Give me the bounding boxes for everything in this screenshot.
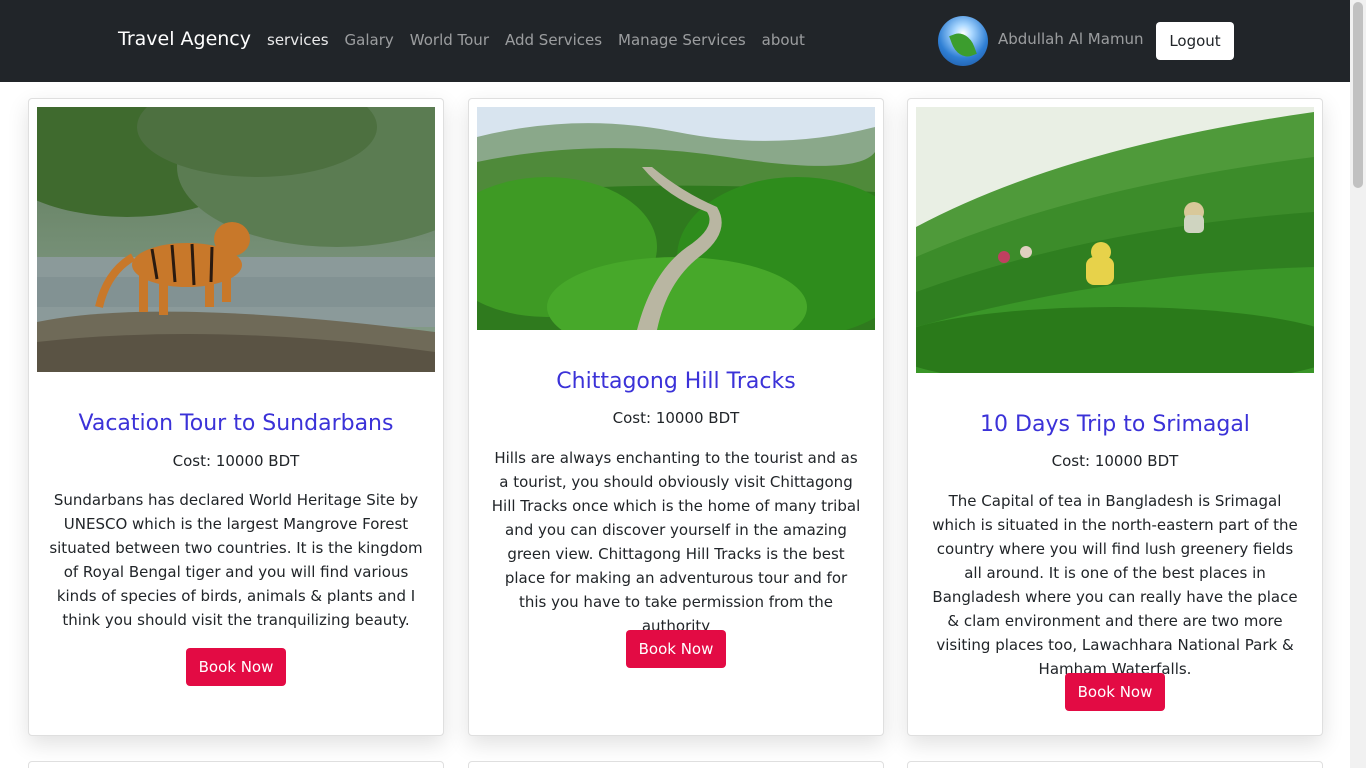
service-card-sundarbans: Vacation Tour to Sundarbans Cost: 10000 … <box>28 98 444 736</box>
card-cost: Cost: 10000 BDT <box>612 409 740 427</box>
nav-link-galary[interactable]: Galary <box>345 31 394 49</box>
book-now-button[interactable]: Book Now <box>186 648 286 686</box>
chittagong-hills-image <box>477 107 875 330</box>
book-now-button[interactable]: Book Now <box>1065 673 1165 711</box>
service-card-chittagong: Chittagong Hill Tracks Cost: 10000 BDT H… <box>468 98 884 736</box>
card-description: Sundarbans has declared World Heritage S… <box>49 491 423 629</box>
nav-link-services[interactable]: services <box>267 31 329 49</box>
next-card-partial <box>907 761 1323 768</box>
card-title: Vacation Tour to Sundarbans <box>78 411 394 436</box>
next-card-partial <box>468 761 884 768</box>
scrollbar-thumb[interactable] <box>1353 2 1363 188</box>
nav-link-manage-services[interactable]: Manage Services <box>618 31 746 49</box>
card-title: Chittagong Hill Tracks <box>556 369 796 394</box>
card-description: Hills are always enchanting to the touri… <box>491 449 861 635</box>
nav-links: services Galary World Tour Add Services … <box>267 31 821 49</box>
card-title: 10 Days Trip to Srimagal <box>980 412 1250 437</box>
card-cost: Cost: 10000 BDT <box>1051 452 1179 470</box>
navbar: Travel Agency services Galary World Tour… <box>0 0 1350 82</box>
card-description: The Capital of tea in Bangladesh is Srim… <box>932 492 1298 678</box>
card-cost: Cost: 10000 BDT <box>172 452 300 470</box>
book-now-button[interactable]: Book Now <box>626 630 726 668</box>
nav-link-world-tour[interactable]: World Tour <box>410 31 489 49</box>
leaf-icon <box>949 29 977 61</box>
srimagal-tea-garden-image <box>916 107 1314 373</box>
nav-link-about[interactable]: about <box>762 31 805 49</box>
logout-button[interactable]: Logout <box>1156 22 1234 60</box>
page-scrollbar[interactable] <box>1350 0 1366 768</box>
next-card-partial <box>28 761 444 768</box>
user-name: Abdullah Al Mamun <box>998 30 1144 48</box>
brand-logo[interactable]: Travel Agency <box>118 28 251 50</box>
sundarbans-tiger-image <box>37 107 435 372</box>
service-card-srimagal: 10 Days Trip to Srimagal Cost: 10000 BDT… <box>907 98 1323 736</box>
user-avatar <box>938 16 988 66</box>
nav-link-add-services[interactable]: Add Services <box>505 31 602 49</box>
